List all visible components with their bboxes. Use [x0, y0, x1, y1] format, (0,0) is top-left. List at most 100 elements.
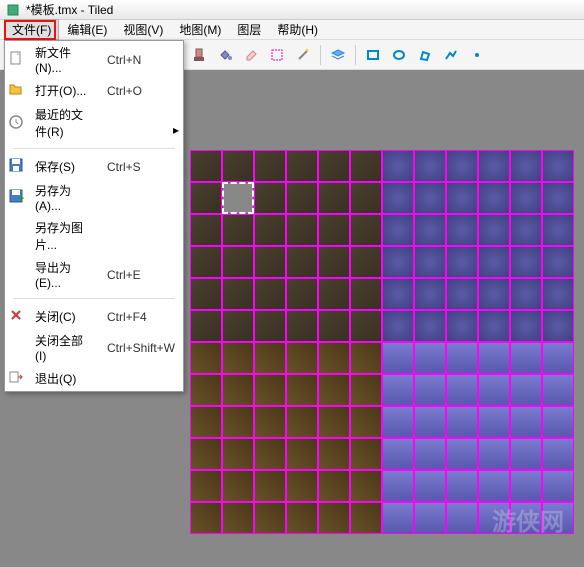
- tile-cell[interactable]: [350, 470, 382, 502]
- tile-cell[interactable]: [510, 470, 542, 502]
- tile-cell[interactable]: [350, 278, 382, 310]
- tile-cell[interactable]: [350, 342, 382, 374]
- tile-cell[interactable]: [542, 406, 574, 438]
- tile-cell[interactable]: [222, 150, 254, 182]
- tile-cell[interactable]: [414, 438, 446, 470]
- tile-cell[interactable]: [446, 278, 478, 310]
- tile-cell[interactable]: [318, 278, 350, 310]
- tile-cell[interactable]: [382, 246, 414, 278]
- tile-cell[interactable]: [510, 246, 542, 278]
- tile-cell[interactable]: [190, 406, 222, 438]
- tile-cell[interactable]: [446, 150, 478, 182]
- tile-cell[interactable]: [510, 374, 542, 406]
- tile-cell[interactable]: [542, 214, 574, 246]
- tile-grid[interactable]: [190, 150, 574, 534]
- tile-cell[interactable]: [478, 278, 510, 310]
- tile-cell[interactable]: [510, 150, 542, 182]
- tile-cell[interactable]: [350, 502, 382, 534]
- tile-cell[interactable]: [382, 438, 414, 470]
- tile-cell[interactable]: [478, 406, 510, 438]
- tile-cell[interactable]: [286, 182, 318, 214]
- tile-cell[interactable]: [446, 182, 478, 214]
- tile-cell[interactable]: [478, 342, 510, 374]
- tile-cell[interactable]: [446, 470, 478, 502]
- tile-cell[interactable]: [254, 470, 286, 502]
- tile-cell[interactable]: [478, 470, 510, 502]
- tile-cell[interactable]: [190, 342, 222, 374]
- menu-item-打开o[interactable]: 打开(O)...Ctrl+O: [5, 78, 183, 103]
- menu-edit[interactable]: 编辑(E): [59, 19, 115, 40]
- stamp-icon[interactable]: [187, 43, 211, 67]
- wand-icon[interactable]: [291, 43, 315, 67]
- tile-cell[interactable]: [542, 182, 574, 214]
- tile-cell[interactable]: [414, 502, 446, 534]
- tile-cell[interactable]: [382, 310, 414, 342]
- tile-cell[interactable]: [254, 278, 286, 310]
- tile-cell[interactable]: [478, 374, 510, 406]
- tile-cell[interactable]: [350, 150, 382, 182]
- tile-cell[interactable]: [414, 214, 446, 246]
- tile-cell[interactable]: [254, 150, 286, 182]
- tile-cell[interactable]: [446, 438, 478, 470]
- tile-cell[interactable]: [286, 310, 318, 342]
- menu-item-退出q[interactable]: 退出(Q): [5, 366, 183, 391]
- tile-cell[interactable]: [382, 406, 414, 438]
- tile-cell[interactable]: [382, 470, 414, 502]
- tile-cell[interactable]: [414, 470, 446, 502]
- tile-cell[interactable]: [446, 342, 478, 374]
- tile-cell[interactable]: [350, 182, 382, 214]
- tile-cell[interactable]: [446, 214, 478, 246]
- tile-cell[interactable]: [318, 342, 350, 374]
- tile-cell[interactable]: [478, 502, 510, 534]
- tile-cell[interactable]: [222, 374, 254, 406]
- tile-cell[interactable]: [318, 246, 350, 278]
- tile-cell[interactable]: [542, 278, 574, 310]
- tile-cell[interactable]: [542, 470, 574, 502]
- circle-icon[interactable]: [387, 43, 411, 67]
- tile-cell[interactable]: [414, 182, 446, 214]
- menu-help[interactable]: 帮助(H): [269, 19, 326, 40]
- tile-cell[interactable]: [254, 342, 286, 374]
- tile-cell[interactable]: [190, 374, 222, 406]
- tile-cell[interactable]: [222, 342, 254, 374]
- tile-cell[interactable]: [478, 214, 510, 246]
- tile-cell[interactable]: [222, 310, 254, 342]
- menu-item-关闭c[interactable]: 关闭(C)Ctrl+F4: [5, 304, 183, 329]
- tile-cell[interactable]: [254, 374, 286, 406]
- tile-cell[interactable]: [382, 342, 414, 374]
- tile-cell[interactable]: [350, 214, 382, 246]
- menu-item-另存为a[interactable]: +另存为(A)...: [5, 179, 183, 216]
- tile-cell[interactable]: [254, 438, 286, 470]
- point-icon[interactable]: [465, 43, 489, 67]
- tile-cell[interactable]: [222, 470, 254, 502]
- tile-cell[interactable]: [446, 502, 478, 534]
- menu-view[interactable]: 视图(V): [115, 19, 171, 40]
- tile-cell[interactable]: [190, 278, 222, 310]
- menu-item-关闭全部i[interactable]: 关闭全部(I)Ctrl+Shift+W: [5, 329, 183, 366]
- tile-cell[interactable]: [190, 310, 222, 342]
- tile-cell[interactable]: [222, 182, 254, 214]
- menu-item-保存s[interactable]: 保存(S)Ctrl+S: [5, 154, 183, 179]
- tile-cell[interactable]: [318, 374, 350, 406]
- menu-item-最近的文件r[interactable]: 最近的文件(R)▸: [5, 103, 183, 143]
- tile-cell[interactable]: [254, 406, 286, 438]
- tile-cell[interactable]: [222, 438, 254, 470]
- tile-cell[interactable]: [510, 502, 542, 534]
- tile-cell[interactable]: [382, 182, 414, 214]
- menu-map[interactable]: 地图(M): [171, 19, 229, 40]
- tile-cell[interactable]: [478, 150, 510, 182]
- tile-cell[interactable]: [510, 214, 542, 246]
- eraser-icon[interactable]: [239, 43, 263, 67]
- tile-cell[interactable]: [318, 150, 350, 182]
- fill-icon[interactable]: [213, 43, 237, 67]
- tile-cell[interactable]: [318, 438, 350, 470]
- tile-cell[interactable]: [286, 150, 318, 182]
- tile-cell[interactable]: [350, 246, 382, 278]
- tile-cell[interactable]: [446, 406, 478, 438]
- tile-cell[interactable]: [414, 246, 446, 278]
- tile-cell[interactable]: [446, 246, 478, 278]
- tile-cell[interactable]: [318, 406, 350, 438]
- tile-cell[interactable]: [190, 246, 222, 278]
- tile-cell[interactable]: [510, 438, 542, 470]
- tile-cell[interactable]: [478, 246, 510, 278]
